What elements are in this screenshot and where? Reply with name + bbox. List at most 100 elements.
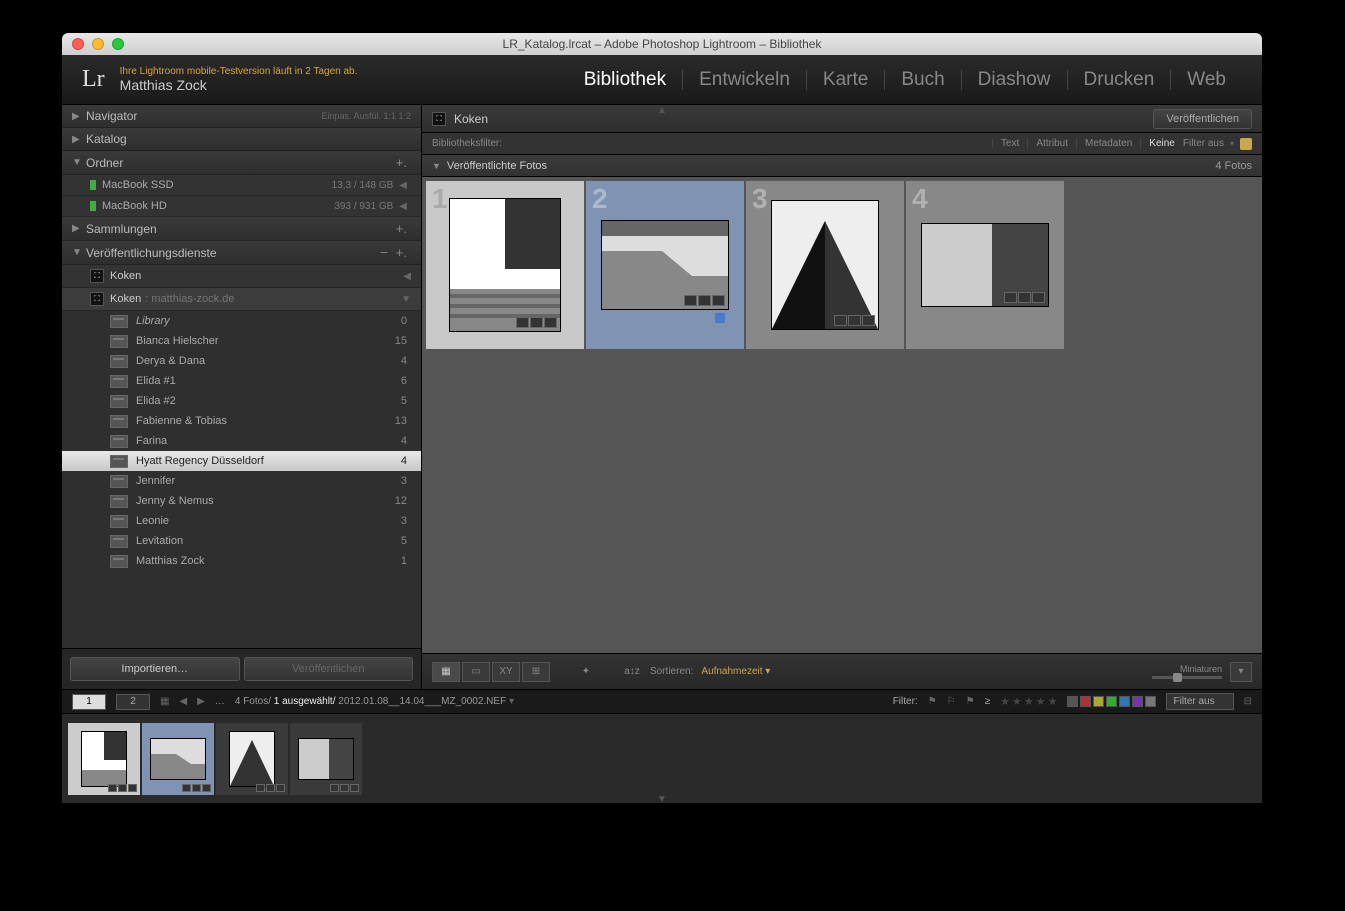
folder-row[interactable]: Levitation5 xyxy=(62,531,421,551)
folder-row[interactable]: Derya & Dana4 xyxy=(62,351,421,371)
filter-tab-metadaten[interactable]: Metadaten xyxy=(1076,138,1140,149)
disk-row[interactable]: MacBook HD 393 / 931 GB ◀ xyxy=(62,196,421,217)
panel-navigator[interactable]: ▶ Navigator Einpas. Ausfül. 1:1 1:2 xyxy=(62,105,421,128)
breadcrumb-dots[interactable]: … xyxy=(215,696,225,707)
publish-button[interactable]: Veröffentlichen xyxy=(244,657,414,681)
panel-ordner[interactable]: ▼ Ordner +. xyxy=(62,151,421,175)
folder-row[interactable]: Matthias Zock1 xyxy=(62,551,421,571)
color-swatch[interactable] xyxy=(1145,696,1156,707)
grid-cell[interactable]: 4 xyxy=(906,181,1064,349)
window-title: LR_Katalog.lrcat – Adobe Photoshop Light… xyxy=(62,37,1262,51)
folder-icon xyxy=(110,415,128,428)
module-buch[interactable]: Buch xyxy=(885,69,960,91)
folder-row[interactable]: Elida #25 xyxy=(62,391,421,411)
filmstrip-cell[interactable] xyxy=(290,723,362,795)
survey-view-icon[interactable]: ⊞ xyxy=(522,662,550,682)
filter-tab-text[interactable]: Text xyxy=(992,138,1027,149)
sync-badge-icon xyxy=(715,313,725,323)
collapse-bottom-icon[interactable]: ▼ xyxy=(657,794,667,803)
filter-preset-dropdown[interactable]: Filter aus xyxy=(1183,138,1224,149)
grid-cell[interactable]: 2 xyxy=(586,181,744,349)
panel-katalog[interactable]: ▶ Katalog xyxy=(62,128,421,151)
filter-tab-attribut[interactable]: Attribut xyxy=(1027,138,1076,149)
folder-row[interactable]: Elida #16 xyxy=(62,371,421,391)
rating-filter[interactable]: ★★★★★ xyxy=(1000,695,1057,708)
folder-row[interactable]: Jennifer3 xyxy=(62,471,421,491)
flag-pick-icon[interactable]: ⚑ xyxy=(928,696,937,707)
module-drucken[interactable]: Drucken xyxy=(1068,69,1171,91)
publish-service-row[interactable]: ⛶ Koken ◀ xyxy=(62,265,421,288)
filter-lock-icon[interactable]: ⊟ xyxy=(1244,696,1252,707)
folder-icon xyxy=(110,435,128,448)
disk-row[interactable]: MacBook SSD 13,3 / 148 GB ◀ xyxy=(62,175,421,196)
folder-row[interactable]: Bianca Hielscher15 xyxy=(62,331,421,351)
publish-action-button[interactable]: Veröffentlichen xyxy=(1153,109,1252,129)
flag-reject-icon[interactable]: ⚑ xyxy=(966,696,975,707)
filter-preset-dropdown[interactable]: Filter aus xyxy=(1166,693,1233,710)
sort-dropdown[interactable]: Aufnahmezeit ▾ xyxy=(701,666,770,677)
panel-publish-services[interactable]: ▼ Veröffentlichungsdienste − +. xyxy=(62,241,421,265)
center-panel: ⛶ Koken Veröffentlichen Bibliotheksfilte… xyxy=(422,105,1262,689)
color-swatch[interactable] xyxy=(1093,696,1104,707)
filmstrip-cell[interactable] xyxy=(216,723,288,795)
add-service-icon[interactable]: +. xyxy=(392,245,411,260)
folder-row[interactable]: Jenny & Nemus12 xyxy=(62,491,421,511)
folder-count: 0 xyxy=(401,315,407,327)
published-photos-header[interactable]: ▼ Veröffentlichte Fotos 4 Fotos xyxy=(422,155,1262,177)
collapse-top-icon[interactable]: ▲ xyxy=(657,105,667,116)
secondary-display-button[interactable]: 2 xyxy=(116,694,150,710)
rating-ge-label[interactable]: ≥ xyxy=(985,696,991,707)
primary-display-button[interactable]: 1 xyxy=(72,694,106,710)
color-swatch[interactable] xyxy=(1119,696,1130,707)
module-bibliothek[interactable]: Bibliothek xyxy=(568,69,682,91)
disk-name: MacBook HD xyxy=(102,200,167,212)
add-folder-icon[interactable]: +. xyxy=(392,155,411,170)
filmstrip-cell[interactable] xyxy=(142,723,214,795)
grid-cell[interactable]: 3 xyxy=(746,181,904,349)
color-swatch[interactable] xyxy=(1106,696,1117,707)
filter-tab-keine[interactable]: Keine xyxy=(1140,138,1183,149)
chevron-right-icon: ▶ xyxy=(72,111,86,122)
folder-row[interactable]: Fabienne & Tobias13 xyxy=(62,411,421,431)
filmstrip-cell[interactable] xyxy=(68,723,140,795)
module-karte[interactable]: Karte xyxy=(807,69,884,91)
color-swatch[interactable] xyxy=(1080,696,1091,707)
folder-icon xyxy=(110,495,128,508)
remove-service-icon[interactable]: − xyxy=(376,245,392,260)
katalog-label: Katalog xyxy=(86,132,411,146)
grid-view-icon[interactable]: ▦ xyxy=(432,662,460,682)
sort-direction-icon[interactable]: a↕z xyxy=(622,662,642,682)
thumbnail-size-slider[interactable] xyxy=(1152,676,1222,679)
add-collection-icon[interactable]: +. xyxy=(392,221,411,236)
panel-sammlungen[interactable]: ▶ Sammlungen +. xyxy=(62,217,421,241)
ordner-label: Ordner xyxy=(86,156,392,170)
folder-row[interactable]: Library0 xyxy=(62,311,421,331)
folder-row[interactable]: Farina4 xyxy=(62,431,421,451)
color-swatch[interactable] xyxy=(1067,696,1078,707)
identity-username[interactable]: Matthias Zock xyxy=(120,77,358,93)
module-web[interactable]: Web xyxy=(1171,69,1242,91)
navigator-zoom-levels[interactable]: Einpas. Ausfül. 1:1 1:2 xyxy=(321,111,411,121)
thumbnail-size-label: Miniaturen xyxy=(1180,664,1222,674)
toolbar-menu-icon[interactable]: ▾ xyxy=(1230,662,1252,682)
lock-icon[interactable] xyxy=(1240,138,1252,150)
spray-can-icon[interactable]: ✦ xyxy=(576,662,596,682)
flag-unflag-icon[interactable]: ⚐ xyxy=(947,696,956,707)
folder-name: Jenny & Nemus xyxy=(136,495,214,507)
folder-icon xyxy=(110,515,128,528)
module-diashow[interactable]: Diashow xyxy=(962,69,1067,91)
folder-row[interactable]: Leonie3 xyxy=(62,511,421,531)
import-button[interactable]: Importieren… xyxy=(70,657,240,681)
folder-row[interactable]: Hyatt Regency Düsseldorf4 xyxy=(62,451,421,471)
grid-icon[interactable]: ▦ xyxy=(160,696,169,707)
next-icon[interactable]: ▶ xyxy=(197,696,205,707)
compare-view-icon[interactable]: XY xyxy=(492,662,520,682)
badge-icon xyxy=(1018,292,1031,303)
module-entwickeln[interactable]: Entwickeln xyxy=(683,69,806,91)
grid-cell[interactable]: 1 xyxy=(426,181,584,349)
loupe-view-icon[interactable]: ▭ xyxy=(462,662,490,682)
prev-icon[interactable]: ◀ xyxy=(179,696,187,707)
publish-service-row[interactable]: ⛶ Koken : matthias-zock.de ▼ xyxy=(62,288,421,311)
color-swatch[interactable] xyxy=(1132,696,1143,707)
folder-count: 4 xyxy=(401,455,407,467)
